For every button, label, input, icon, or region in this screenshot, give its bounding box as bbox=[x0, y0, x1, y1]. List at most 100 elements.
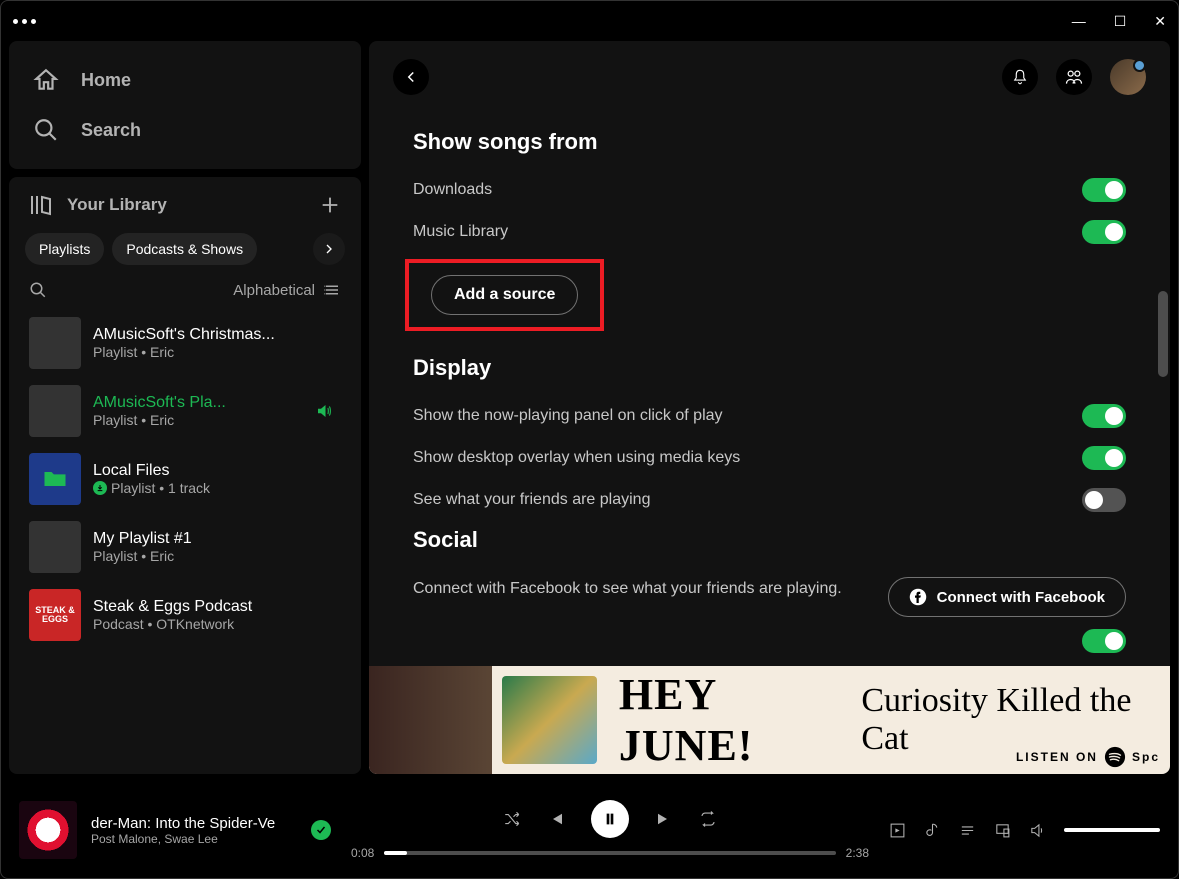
library-search-button[interactable] bbox=[29, 281, 47, 299]
nav-home[interactable]: Home bbox=[33, 55, 337, 105]
maximize-button[interactable]: ☐ bbox=[1114, 13, 1127, 30]
playlist-name: Local Files bbox=[93, 462, 341, 480]
setting-label: See what your friends are playing bbox=[413, 491, 650, 509]
list-item[interactable]: Local Files Playlist • 1 track bbox=[21, 445, 349, 513]
playlist-name: My Playlist #1 bbox=[93, 530, 341, 548]
minimize-button[interactable]: — bbox=[1072, 13, 1086, 30]
chip-playlists[interactable]: Playlists bbox=[25, 233, 104, 265]
player-bar: der-Man: Into the Spider-Ve Post Malone,… bbox=[1, 782, 1178, 878]
add-source-button[interactable]: Add a source bbox=[431, 275, 578, 315]
playlist-name: Steak & Eggs Podcast bbox=[93, 598, 341, 616]
back-button[interactable] bbox=[393, 59, 429, 95]
friend-activity-button[interactable] bbox=[1056, 59, 1092, 95]
list-item[interactable]: My Playlist #1 Playlist • Eric bbox=[21, 513, 349, 581]
section-title: Show songs from bbox=[413, 129, 1126, 155]
library-icon bbox=[29, 193, 53, 217]
downloaded-icon bbox=[93, 481, 107, 495]
close-button[interactable]: ✕ bbox=[1154, 13, 1166, 30]
progress-bar[interactable] bbox=[384, 851, 835, 855]
profile-button[interactable] bbox=[1110, 59, 1146, 95]
scrollbar[interactable] bbox=[1158, 291, 1168, 377]
volume-button[interactable] bbox=[1029, 822, 1046, 839]
nav-search[interactable]: Search bbox=[33, 105, 337, 155]
playlist-name: AMusicSoft's Christmas... bbox=[93, 326, 341, 344]
add-playlist-button[interactable] bbox=[319, 194, 341, 216]
nav-search-label: Search bbox=[81, 120, 141, 141]
sort-label: Alphabetical bbox=[233, 282, 315, 299]
section-title: Display bbox=[413, 355, 1126, 381]
setting-label: Show desktop overlay when using media ke… bbox=[413, 449, 740, 467]
now-playing-view-button[interactable] bbox=[889, 822, 906, 839]
setting-label: Downloads bbox=[413, 181, 492, 199]
chevron-right-icon bbox=[321, 241, 337, 257]
saved-indicator[interactable] bbox=[311, 820, 331, 840]
lyrics-button[interactable] bbox=[924, 822, 941, 839]
banner-image bbox=[369, 666, 492, 774]
track-title: der-Man: Into the Spider-Ve bbox=[91, 815, 297, 832]
now-playing-panel-toggle[interactable] bbox=[1082, 404, 1126, 428]
section-title: Social bbox=[413, 527, 1126, 553]
sort-button[interactable]: Alphabetical bbox=[233, 281, 341, 299]
banner-artwork bbox=[502, 676, 597, 764]
setting-label: Connect with Facebook to see what your f… bbox=[413, 577, 868, 601]
playlist-cover bbox=[29, 385, 81, 437]
library-title: Your Library bbox=[67, 195, 167, 215]
spotify-icon bbox=[1104, 746, 1126, 768]
connect-facebook-button[interactable]: Connect with Facebook bbox=[888, 577, 1126, 617]
now-playing-cover[interactable] bbox=[19, 801, 77, 859]
play-pause-button[interactable] bbox=[591, 800, 629, 838]
chips-scroll-right[interactable] bbox=[313, 233, 345, 265]
connect-device-button[interactable] bbox=[994, 822, 1011, 839]
next-button[interactable] bbox=[655, 810, 673, 828]
library-toggle[interactable]: Your Library bbox=[29, 193, 167, 217]
settings-content: Show songs from Downloads Music Library … bbox=[369, 113, 1170, 666]
facebook-icon bbox=[909, 588, 927, 606]
banner-title: HEY JUNE! bbox=[619, 669, 849, 771]
setting-label: Music Library bbox=[413, 223, 508, 241]
playlist-name: AMusicSoft's Pla... bbox=[93, 394, 303, 412]
repeat-button[interactable] bbox=[699, 810, 717, 828]
highlight-box: Add a source bbox=[405, 259, 604, 331]
volume-slider[interactable] bbox=[1064, 828, 1160, 832]
music-library-toggle[interactable] bbox=[1082, 220, 1126, 244]
banner-cta: LISTEN ON Spc bbox=[1016, 746, 1160, 768]
now-playing-info[interactable]: der-Man: Into the Spider-Ve Post Malone,… bbox=[91, 815, 297, 846]
notifications-button[interactable] bbox=[1002, 59, 1038, 95]
list-item[interactable]: AMusicSoft's Pla... Playlist • Eric bbox=[21, 377, 349, 445]
friends-icon bbox=[1064, 67, 1084, 87]
list-icon bbox=[323, 281, 341, 299]
queue-button[interactable] bbox=[959, 822, 976, 839]
podcast-cover: STEAK & EGGS bbox=[29, 589, 81, 641]
bell-icon bbox=[1011, 68, 1029, 86]
folder-icon bbox=[41, 465, 69, 493]
chevron-left-icon bbox=[402, 68, 420, 86]
downloads-toggle[interactable] bbox=[1082, 178, 1126, 202]
filter-chips: Playlists Podcasts & Shows bbox=[9, 229, 361, 275]
library-panel: Your Library Playlists Podcasts & Shows … bbox=[9, 177, 361, 774]
shuffle-button[interactable] bbox=[503, 810, 521, 828]
setting-label: Show the now-playing panel on click of p… bbox=[413, 407, 723, 425]
playlist-meta: Playlist • Eric bbox=[93, 412, 303, 428]
desktop-overlay-toggle[interactable] bbox=[1082, 446, 1126, 470]
playlist-list: AMusicSoft's Christmas... Playlist • Eri… bbox=[9, 309, 361, 774]
playlist-cover bbox=[29, 317, 81, 369]
list-item[interactable]: AMusicSoft's Christmas... Playlist • Eri… bbox=[21, 309, 349, 377]
playlist-meta: Playlist • Eric bbox=[93, 344, 341, 360]
check-icon bbox=[315, 824, 327, 836]
more-menu-icon[interactable] bbox=[13, 19, 36, 24]
titlebar: — ☐ ✕ bbox=[1, 1, 1178, 41]
list-item[interactable]: STEAK & EGGS Steak & Eggs Podcast Podcas… bbox=[21, 581, 349, 649]
nav-home-label: Home bbox=[81, 70, 131, 91]
track-artist: Post Malone, Swae Lee bbox=[91, 832, 297, 846]
chip-podcasts[interactable]: Podcasts & Shows bbox=[112, 233, 257, 265]
playlist-meta: Playlist • Eric bbox=[93, 548, 341, 564]
previous-button[interactable] bbox=[547, 810, 565, 828]
playlist-cover bbox=[29, 453, 81, 505]
friends-activity-toggle[interactable] bbox=[1082, 488, 1126, 512]
home-icon bbox=[33, 67, 59, 93]
playlist-meta: Podcast • OTKnetwork bbox=[93, 616, 341, 632]
ad-banner[interactable]: HEY JUNE! Curiosity Killed the Cat LISTE… bbox=[369, 666, 1170, 774]
pause-icon bbox=[602, 811, 618, 827]
publish-toggle[interactable] bbox=[1082, 629, 1126, 653]
playlist-cover bbox=[29, 521, 81, 573]
